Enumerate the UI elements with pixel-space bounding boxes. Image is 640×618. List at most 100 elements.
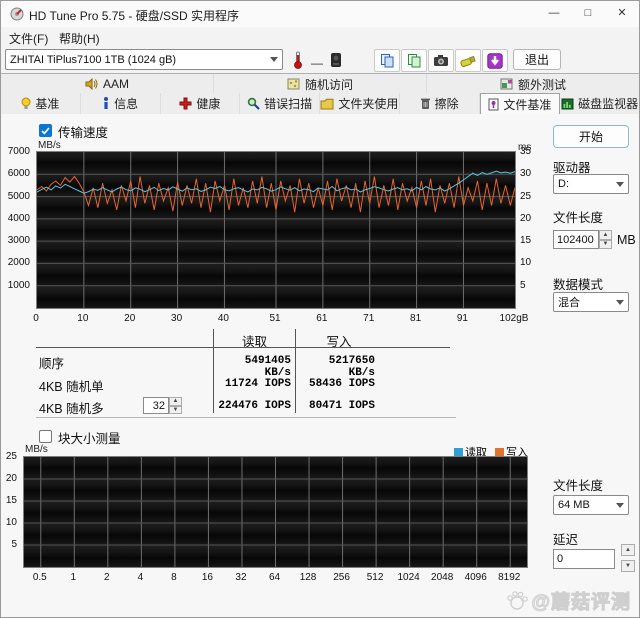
- menu-bar: 文件(F) 帮助(H): [1, 27, 639, 47]
- file-length2-dropdown[interactable]: 64 MB: [553, 495, 629, 515]
- speaker-icon: [85, 78, 98, 90]
- drive-dropdown[interactable]: D:: [553, 174, 629, 194]
- health-cross-icon: [179, 97, 192, 110]
- tick-label: 91: [456, 313, 468, 324]
- spin-down-icon[interactable]: ▼: [621, 560, 635, 572]
- file-length-stepper[interactable]: 102400 ▲ ▼: [553, 230, 612, 249]
- trash-icon: [420, 98, 430, 109]
- copy-text-button[interactable]: [401, 49, 427, 72]
- file-benchmark-icon: [488, 98, 499, 110]
- tab-label: 错误扫描: [264, 97, 313, 111]
- tab-folder-usage[interactable]: 文件夹使用: [320, 93, 400, 114]
- tab-erase[interactable]: 擦除: [399, 93, 480, 114]
- menu-help[interactable]: 帮助(H): [59, 30, 100, 47]
- thermometer-icon: [294, 51, 302, 69]
- row-4k-single-label: 4KB 随机单: [39, 380, 104, 394]
- title-bar: HD Tune Pro 5.75 - 硬盘/SSD 实用程序 — □ ✕: [1, 1, 639, 27]
- tick-label: 30: [520, 168, 532, 180]
- paw-icon: [507, 590, 529, 610]
- close-button[interactable]: ✕: [605, 1, 639, 26]
- data-mode-label: 数据模式: [553, 278, 604, 292]
- tick-label: 20: [520, 212, 532, 224]
- copy-blue-icon: [380, 54, 393, 68]
- drive-select-value: ZHITAI TiPlus7100 1TB (1024 gB): [10, 53, 177, 66]
- tick-label: 0: [33, 313, 39, 324]
- file-length2-label: 文件长度: [553, 479, 604, 493]
- tick-label: 40: [217, 313, 229, 324]
- file-length-unit: MB: [617, 233, 636, 247]
- minimize-button[interactable]: —: [537, 1, 571, 26]
- spin-up-icon[interactable]: ▲: [169, 397, 182, 406]
- usb-stick-icon: [460, 55, 476, 67]
- spin-down-icon[interactable]: ▼: [599, 239, 612, 249]
- spin-down-icon[interactable]: ▼: [169, 405, 182, 414]
- results-bottom-rule: [36, 417, 456, 418]
- tick-label: 5: [520, 279, 526, 291]
- tab-label: 基准: [35, 97, 60, 111]
- tab-benchmark[interactable]: 基准: [1, 93, 81, 114]
- delay-input[interactable]: 0: [553, 549, 615, 569]
- tab-strip-secondary: AAM 随机访问 额外测试: [1, 73, 639, 94]
- queue-depth-value: 32: [143, 397, 169, 414]
- spin-up-icon[interactable]: ▲: [621, 544, 635, 556]
- tick-label: 7000: [7, 146, 30, 157]
- upper-chart-x-axis: 0 10 20 30 40 51 61 71 81 91 102gB: [33, 313, 536, 325]
- tab-label: 擦除: [434, 97, 459, 111]
- check-icon: [41, 126, 50, 135]
- tick-label: 61: [316, 313, 328, 324]
- row-4k-multi-label: 4KB 随机多: [39, 402, 104, 416]
- upper-chart-y-axis-left: 7000 6000 5000 4000 3000 2000 1000: [1, 146, 32, 309]
- lower-chart-plot: [23, 456, 528, 568]
- tab-aam[interactable]: AAM: [1, 74, 214, 94]
- drive-select[interactable]: ZHITAI TiPlus7100 1TB (1024 gB): [5, 49, 283, 70]
- tab-error-scan[interactable]: 错误扫描: [240, 93, 320, 114]
- tab-health[interactable]: 健康: [160, 93, 241, 114]
- tick-label: 102gB: [499, 313, 529, 324]
- queue-depth-stepper[interactable]: 32 ▲ ▼: [143, 397, 182, 414]
- row-sequential-label: 顺序: [39, 357, 65, 371]
- update-download-button[interactable]: [482, 49, 508, 72]
- temperature-value: —: [311, 56, 323, 70]
- tab-random-access[interactable]: 随机访问: [214, 74, 427, 94]
- file-length-value: 102400: [553, 230, 599, 249]
- upper-chart-plot: [36, 151, 516, 309]
- bulb-icon: [21, 97, 31, 109]
- tab-label: 随机访问: [304, 77, 353, 92]
- tick-label: 15: [5, 495, 17, 506]
- watermark: @蘑菇评测: [505, 587, 631, 614]
- file-benchmark-page: 传输速度 MB/s ms 7000 6000 5000 4000 3000 2000 100…: [1, 114, 639, 617]
- copy-screenshot-button[interactable]: [374, 49, 400, 72]
- tick-label: 15: [520, 235, 532, 247]
- tick-label: 25: [5, 451, 17, 462]
- spin-up-icon[interactable]: ▲: [599, 230, 612, 240]
- tab-file-benchmark[interactable]: 文件基准: [479, 93, 561, 114]
- tab-label: 磁盘监视器: [578, 97, 639, 111]
- tab-disk-monitor[interactable]: 磁盘监视器: [560, 93, 639, 114]
- tick-label: 1000: [7, 279, 30, 291]
- block-size-checkbox[interactable]: [39, 430, 52, 443]
- screenshot-camera-button[interactable]: [428, 49, 454, 72]
- camera-icon: [434, 55, 448, 66]
- tick-label: 20: [124, 313, 136, 324]
- usb-device-button[interactable]: [455, 49, 481, 72]
- tab-strip-main: 基准 信息 健康 错误扫描 文件夹使用 擦除 文件基准 磁盘监视器: [1, 93, 639, 115]
- exit-button[interactable]: 退出: [513, 49, 561, 70]
- disk-icon: [331, 53, 341, 67]
- tab-info[interactable]: 信息: [80, 93, 161, 114]
- transfer-speed-label: 传输速度: [58, 126, 109, 140]
- tick-label: 4000: [7, 212, 30, 224]
- data-mode-dropdown[interactable]: 混合: [553, 292, 629, 312]
- menu-file[interactable]: 文件(F): [9, 30, 48, 47]
- info-icon: [104, 97, 109, 109]
- block-size-label: 块大小测量: [58, 432, 121, 446]
- tick-label: 71: [363, 313, 375, 324]
- tab-extra-tests[interactable]: 额外测试: [427, 74, 639, 94]
- row-sequential-read: 5491405 KB/s: [244, 355, 291, 379]
- tick-label: 30: [171, 313, 183, 324]
- tick-label: 5: [11, 539, 17, 550]
- tick-label: 10: [77, 313, 89, 324]
- upper-chart-unit-left: MB/s: [38, 140, 61, 151]
- transfer-speed-checkbox[interactable]: [39, 124, 52, 137]
- maximize-button[interactable]: □: [571, 1, 605, 26]
- start-button[interactable]: 开始: [553, 125, 629, 148]
